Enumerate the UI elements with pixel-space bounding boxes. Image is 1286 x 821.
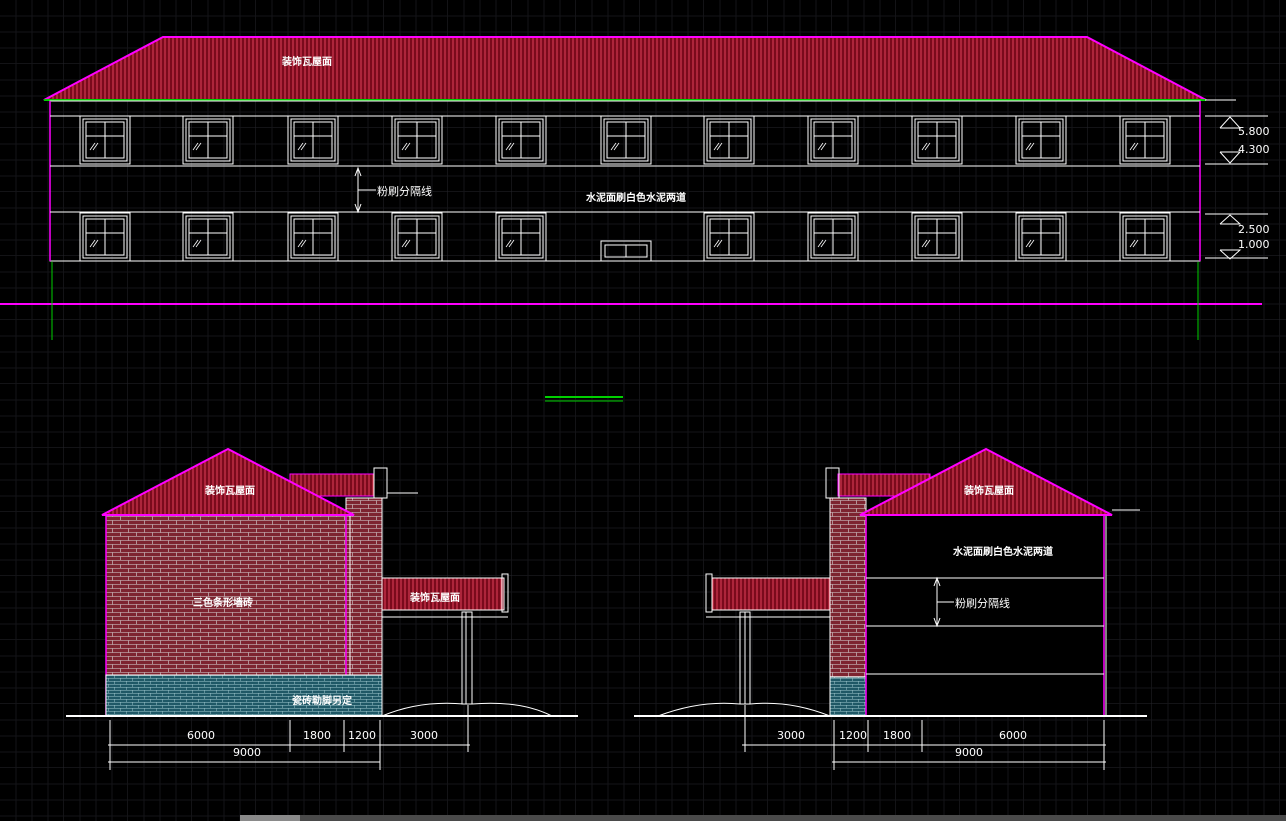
right-dim-9000: 9000	[955, 746, 983, 759]
level-5800: 5.800	[1238, 125, 1270, 138]
right-wall-label: 水泥面刷白色水泥两道	[953, 547, 1053, 558]
front-roof-label: 装饰瓦屋面	[282, 57, 332, 68]
left-base-label: 瓷砖勒脚另定	[292, 696, 352, 707]
left-dim-6000: 6000	[187, 729, 215, 742]
right-dim-1200: 1200	[839, 729, 867, 742]
horizontal-scrollbar[interactable]	[240, 815, 1286, 821]
right-dim-1800: 1800	[883, 729, 911, 742]
left-roof-label: 装饰瓦屋面	[205, 486, 255, 497]
front-divider-label: 粉刷分隔线	[377, 185, 432, 198]
left-wall-label: 三色条形墙砖	[193, 598, 253, 609]
right-divider-label: 粉刷分隔线	[955, 597, 1010, 610]
scrollbar-thumb[interactable]	[240, 815, 300, 821]
front-roof	[43, 36, 1207, 101]
level-2500: 2.500	[1238, 223, 1270, 236]
level-4300: 4.300	[1238, 143, 1270, 156]
right-canopy	[711, 577, 831, 611]
right-roof-label: 装饰瓦屋面	[964, 486, 1014, 497]
front-wall-label: 水泥面刷白色水泥两道	[586, 193, 686, 204]
left-dim-3000: 3000	[410, 729, 438, 742]
left-dim-1200: 1200	[348, 729, 376, 742]
level-1000: 1.000	[1238, 238, 1270, 251]
left-dim-1800: 1800	[303, 729, 331, 742]
cad-drawing	[0, 0, 1286, 821]
right-dim-3000: 3000	[777, 729, 805, 742]
left-canopy-label: 装饰瓦屋面	[410, 593, 460, 604]
right-dim-6000: 6000	[999, 729, 1027, 742]
left-dim-9000: 9000	[233, 746, 261, 759]
